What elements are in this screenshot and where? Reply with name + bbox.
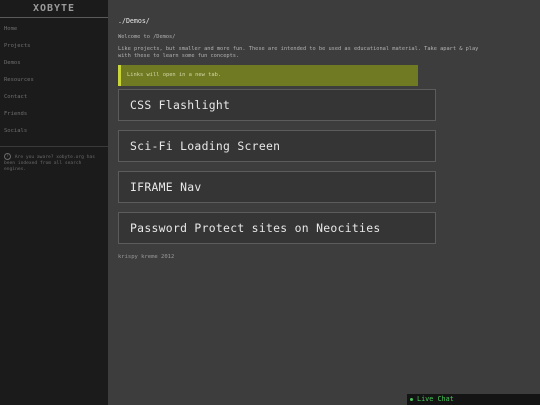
- welcome-text: Welcome to /Demos/: [118, 34, 176, 40]
- status-dot-icon: [410, 397, 413, 401]
- live-chat-label: Live Chat: [417, 395, 454, 403]
- sidebar-item-friends[interactable]: Friends: [0, 106, 108, 123]
- sidebar-note: ? Are you aware? xobyte.org has been ind…: [0, 153, 108, 174]
- demo-card-password-protect[interactable]: Password Protect sites on Neocities: [118, 212, 436, 245]
- sidebar: XOBYTE Home Projects Demos Resources Con…: [0, 0, 108, 405]
- sidebar-item-contact[interactable]: Contact: [0, 89, 108, 106]
- demo-card-iframe-nav[interactable]: IFRAME Nav: [118, 171, 436, 204]
- footer-text: krispy kreme 2012: [118, 254, 175, 261]
- info-icon: ?: [4, 153, 11, 160]
- demo-card-scifi-loading[interactable]: Sci-Fi Loading Screen: [118, 130, 436, 163]
- demo-card-css-flashlight[interactable]: CSS Flashlight: [118, 89, 436, 122]
- sidebar-item-projects[interactable]: Projects: [0, 38, 108, 55]
- main-content: ./Demos/ Welcome to /Demos/ Like project…: [118, 17, 494, 260]
- sidebar-note-text: Are you aware? xobyte.org has been index…: [4, 155, 95, 173]
- sidebar-divider: [0, 146, 108, 147]
- notice-banner: Links will open in a new tab.: [118, 65, 418, 87]
- sidebar-item-home[interactable]: Home: [0, 21, 108, 38]
- live-chat-button[interactable]: Live Chat: [407, 394, 540, 405]
- breadcrumb: ./Demos/: [118, 17, 150, 25]
- description-text: Like projects, but smaller and more fun.…: [118, 46, 479, 59]
- sidebar-item-resources[interactable]: Resources: [0, 72, 108, 89]
- sidebar-item-socials[interactable]: Socials: [0, 123, 108, 140]
- site-logo[interactable]: XOBYTE: [0, 0, 108, 18]
- sidebar-item-demos[interactable]: Demos: [0, 55, 108, 72]
